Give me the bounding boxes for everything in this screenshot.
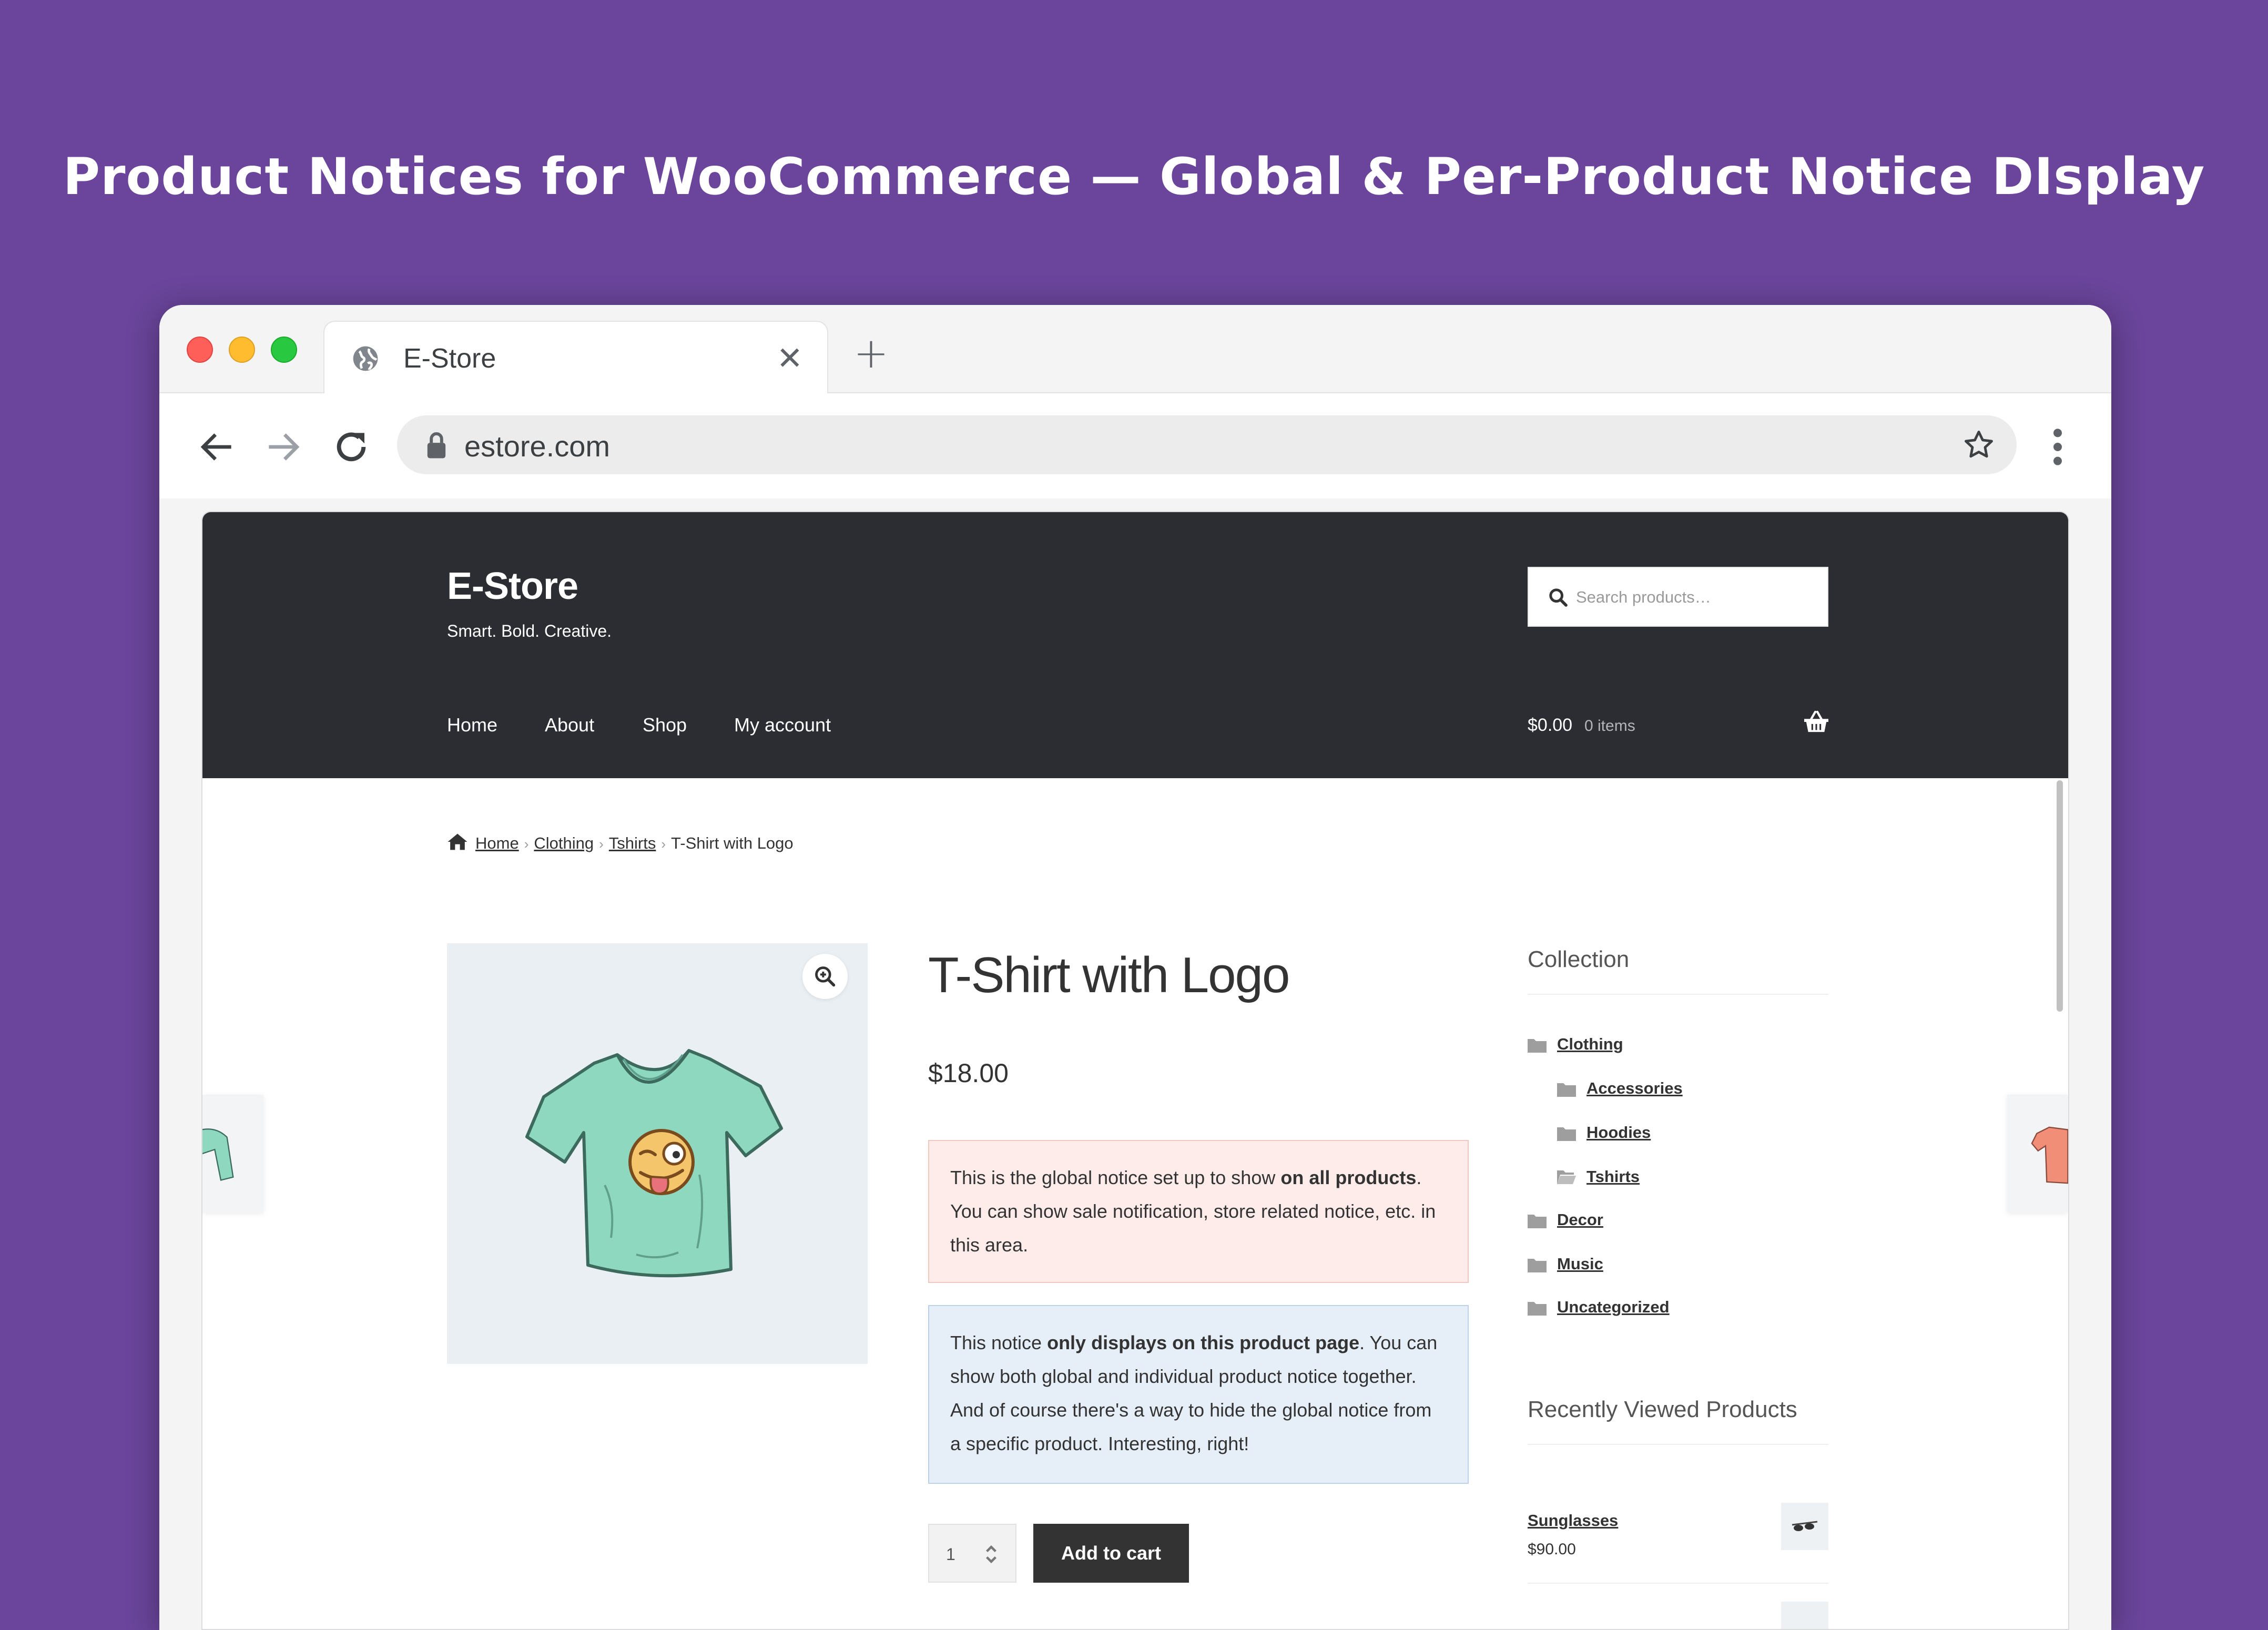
widget-divider — [1528, 1444, 1828, 1445]
recent-product-thumbnail[interactable] — [1781, 1503, 1828, 1550]
site-tagline: Smart. Bold. Creative. — [447, 622, 612, 640]
folder-icon — [1528, 1039, 1547, 1053]
quantity-spinner-icon[interactable] — [982, 1540, 1001, 1569]
recently-viewed-title: Recently Viewed Products — [1528, 1397, 1797, 1422]
nav-shop[interactable]: Shop — [643, 714, 687, 736]
folder-icon — [1528, 1215, 1547, 1228]
breadcrumb-clothing[interactable]: Clothing — [534, 834, 594, 852]
maximize-window-button[interactable] — [271, 337, 297, 363]
product-notice-text: This notice — [950, 1332, 1047, 1353]
tab-bar: E-Store ✕ + — [159, 305, 2111, 394]
category-tshirts[interactable]: Tshirts — [1586, 1167, 1640, 1186]
page-scrollbar[interactable] — [2057, 780, 2063, 1012]
globe-icon — [353, 346, 378, 371]
zoom-button[interactable] — [802, 954, 848, 999]
category-clothing[interactable]: Clothing — [1557, 1035, 1623, 1054]
url-text: estore.com — [464, 430, 610, 463]
quantity-stepper — [928, 1524, 1016, 1583]
tab-title: E-Store — [403, 343, 496, 374]
back-arrow-icon[interactable] — [196, 426, 238, 468]
basket-icon[interactable] — [1803, 710, 1829, 734]
product-search — [1528, 567, 1828, 627]
product-price: $18.00 — [928, 1058, 1009, 1088]
recent-product-price: $90.00 — [1528, 1541, 1576, 1558]
lock-icon — [427, 432, 446, 459]
search-icon — [1549, 588, 1568, 607]
folder-open-icon — [1557, 1170, 1576, 1184]
folder-icon — [1528, 1259, 1547, 1272]
previous-product-link[interactable] — [202, 1095, 263, 1213]
site-header: E-Store Smart. Bold. Creative. Home Abou… — [202, 512, 2068, 778]
category-music[interactable]: Music — [1557, 1255, 1603, 1274]
cart-count[interactable]: 0 items — [1584, 717, 1635, 735]
collection-widget-title: Collection — [1528, 946, 1630, 972]
more-options-icon[interactable] — [2051, 426, 2064, 468]
page-viewport: E-Store Smart. Bold. Creative. Home Abou… — [201, 511, 2069, 1630]
breadcrumb: Home › Clothing › Tshirts › T-Shirt with Logo — [447, 833, 794, 853]
reload-icon[interactable] — [330, 426, 372, 468]
next-product-link[interactable] — [2007, 1095, 2068, 1213]
global-notice: This is the global notice set up to show… — [928, 1140, 1469, 1283]
site-title[interactable]: E-Store — [447, 565, 578, 608]
category-uncategorized[interactable]: Uncategorized — [1557, 1298, 1670, 1317]
cart-amount[interactable]: $0.00 — [1528, 715, 1572, 736]
breadcrumb-tshirts[interactable]: Tshirts — [609, 834, 656, 852]
breadcrumb-home[interactable]: Home — [475, 834, 519, 852]
browser-toolbar: estore.com — [159, 393, 2111, 498]
product-notice-emphasis: only displays on this product page — [1047, 1332, 1360, 1353]
product-title: T-Shirt with Logo — [928, 947, 1290, 1003]
forward-arrow-icon[interactable] — [262, 426, 304, 468]
minimize-window-button[interactable] — [229, 337, 255, 363]
breadcrumb-separator: › — [524, 836, 529, 852]
bookmark-star-icon[interactable] — [1962, 428, 1996, 462]
home-icon — [448, 833, 467, 850]
category-accessories[interactable]: Accessories — [1586, 1079, 1683, 1098]
recent-product-thumbnail[interactable] — [1781, 1602, 1828, 1629]
category-hoodies[interactable]: Hoodies — [1586, 1123, 1651, 1142]
widget-divider — [1528, 994, 1828, 995]
add-to-cart-button[interactable]: Add to cart — [1033, 1524, 1189, 1583]
widget-divider — [1528, 1583, 1828, 1584]
tshirt-thumbnail-icon — [2031, 1126, 2068, 1184]
hero-title: Product Notices for WooCommerce — Global… — [63, 147, 2205, 206]
product-image[interactable] — [447, 943, 868, 1364]
search-input[interactable] — [1575, 580, 1817, 614]
category-decor[interactable]: Decor — [1557, 1210, 1603, 1229]
browser-window: E-Store ✕ + estore.com E-Store Smart. Bo… — [159, 305, 2111, 1630]
nav-about[interactable]: About — [545, 714, 594, 736]
global-notice-text: This is the global notice set up to show — [950, 1167, 1281, 1188]
breadcrumb-separator: › — [599, 836, 604, 852]
folder-icon — [1557, 1083, 1576, 1097]
breadcrumb-separator: › — [661, 836, 666, 852]
product-notice: This notice only displays on this produc… — [928, 1305, 1469, 1484]
tshirt-with-logo-illustration — [525, 1049, 783, 1278]
breadcrumb-current: T-Shirt with Logo — [671, 834, 794, 852]
folder-icon — [1557, 1127, 1576, 1141]
nav-my-account[interactable]: My account — [734, 714, 831, 736]
close-icon[interactable]: ✕ — [777, 338, 803, 380]
tab-estore[interactable]: E-Store ✕ — [323, 321, 828, 394]
new-tab-button[interactable]: + — [853, 332, 889, 374]
sunglasses-icon — [1792, 1521, 1818, 1531]
zoom-icon — [815, 966, 836, 987]
global-notice-emphasis: on all products — [1280, 1167, 1417, 1188]
address-bar[interactable]: estore.com — [397, 415, 2017, 474]
recent-product-name[interactable]: Sunglasses — [1528, 1511, 1618, 1530]
close-window-button[interactable] — [187, 337, 213, 363]
hoodie-thumbnail-icon — [202, 1128, 234, 1181]
quantity-input[interactable] — [945, 1543, 977, 1566]
nav-home[interactable]: Home — [447, 714, 497, 736]
folder-icon — [1528, 1302, 1547, 1316]
